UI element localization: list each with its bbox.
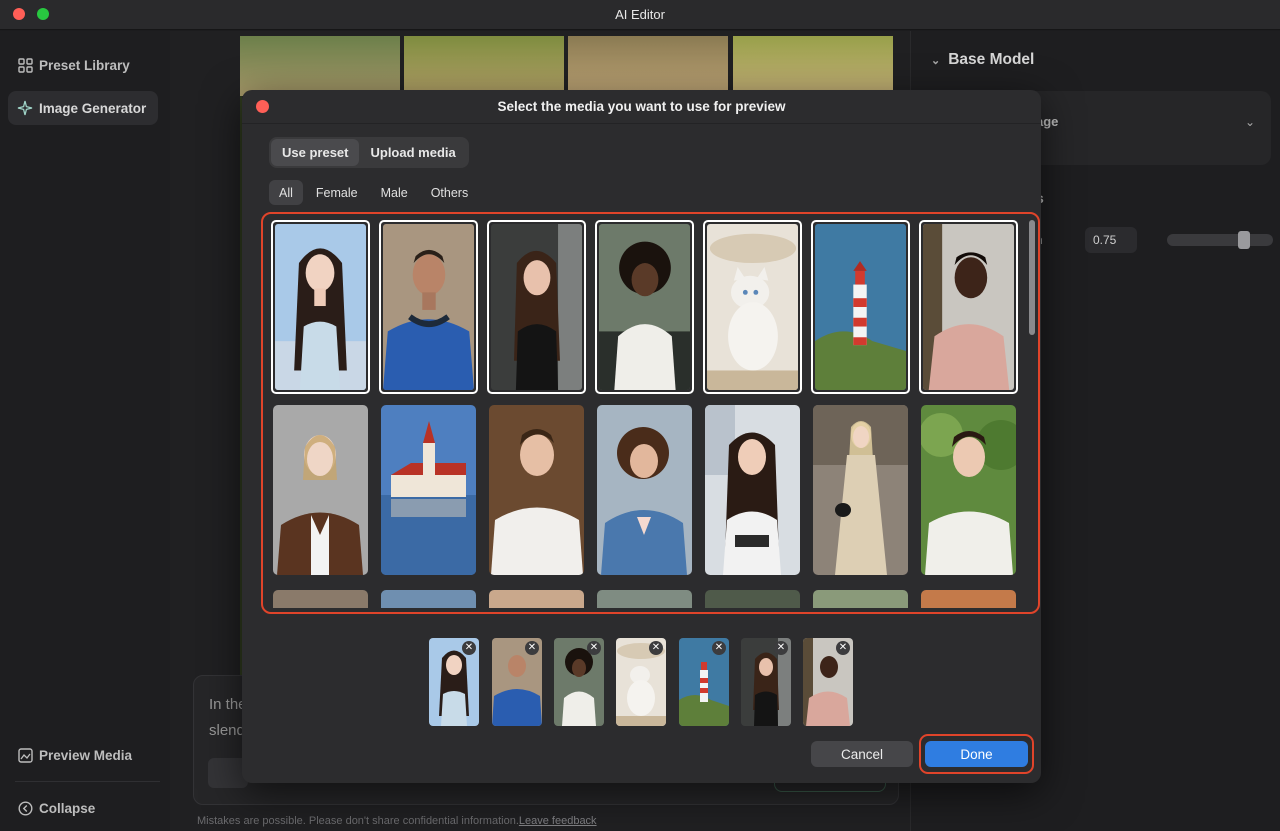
dialog-header-divider bbox=[242, 123, 1041, 124]
media-thumbnail-church[interactable] bbox=[381, 405, 476, 575]
base-model-section-header[interactable]: ⌄ Base Model bbox=[931, 51, 1034, 69]
background-image-tile bbox=[404, 36, 564, 96]
media-thumbnail-woman-denim[interactable] bbox=[597, 405, 692, 575]
selected-media-item: ✕ bbox=[741, 638, 791, 726]
done-button[interactable]: Done bbox=[925, 741, 1028, 767]
selected-media-item: ✕ bbox=[679, 638, 729, 726]
media-thumbnail-man-white-tee[interactable] bbox=[489, 405, 584, 575]
remove-selection-button[interactable]: ✕ bbox=[587, 641, 601, 655]
chat-text-line: In the bbox=[209, 696, 247, 713]
tab-upload-media[interactable]: Upload media bbox=[359, 139, 466, 166]
background-image-tile bbox=[733, 36, 893, 96]
remove-selection-button[interactable]: ✕ bbox=[712, 641, 726, 655]
media-thumbnail[interactable] bbox=[273, 590, 368, 608]
sidebar-item-image-generator[interactable]: Image Generator bbox=[8, 91, 158, 125]
media-thumbnail[interactable] bbox=[597, 590, 692, 608]
section-title: Base Model bbox=[948, 51, 1035, 68]
media-thumbnail-man-garden[interactable] bbox=[921, 405, 1016, 575]
remove-selection-button[interactable]: ✕ bbox=[774, 641, 788, 655]
sidebar-item-label: Image Generator bbox=[39, 100, 147, 116]
filter-all[interactable]: All bbox=[269, 180, 303, 205]
background-image-tile bbox=[568, 36, 728, 96]
media-grid-scrollbar[interactable] bbox=[1029, 220, 1035, 335]
selected-media-item: ✕ bbox=[492, 638, 542, 726]
sidebar-item-preset-library[interactable]: Preset Library bbox=[8, 48, 158, 82]
media-thumbnail-woman-curly-hair[interactable] bbox=[595, 220, 694, 394]
sidebar-item-label: Preset Library bbox=[39, 57, 130, 73]
dialog-title: Select the media you want to use for pre… bbox=[497, 99, 786, 114]
leave-feedback-link[interactable]: Leave feedback bbox=[519, 815, 597, 827]
source-segmented-control: Use preset Upload media bbox=[269, 137, 469, 168]
filter-male[interactable]: Male bbox=[371, 180, 418, 205]
collapse-icon bbox=[17, 800, 33, 816]
parameter-slider[interactable] bbox=[1167, 231, 1273, 249]
sidebar-item-preview-media[interactable]: Preview Media bbox=[8, 738, 158, 772]
media-thumbnail-cat[interactable] bbox=[703, 220, 802, 394]
sidebar-divider bbox=[15, 781, 160, 782]
preview-icon bbox=[17, 747, 33, 763]
media-thumbnail[interactable] bbox=[921, 590, 1016, 608]
title-bar: AI Editor bbox=[0, 0, 1280, 30]
chevron-down-icon: ⌄ bbox=[1244, 115, 1255, 129]
tab-use-preset[interactable]: Use preset bbox=[271, 139, 360, 166]
media-thumbnail-lighthouse[interactable] bbox=[811, 220, 910, 394]
parameter-value-input[interactable]: 0.75 bbox=[1085, 227, 1137, 253]
remove-selection-button[interactable]: ✕ bbox=[525, 641, 539, 655]
media-thumbnail-woman-dress[interactable] bbox=[813, 405, 908, 575]
media-thumbnail-woman-blazer[interactable] bbox=[273, 405, 368, 575]
category-filters: All Female Male Others bbox=[269, 180, 478, 205]
media-thumbnail[interactable] bbox=[813, 590, 908, 608]
background-image-tile bbox=[240, 36, 400, 96]
filter-others[interactable]: Others bbox=[421, 180, 479, 205]
sidebar-item-label: Preview Media bbox=[39, 747, 133, 763]
selected-media-item: ✕ bbox=[554, 638, 604, 726]
grid-icon bbox=[17, 57, 33, 73]
media-grid bbox=[261, 212, 1040, 614]
window-title: AI Editor bbox=[615, 7, 665, 22]
media-thumbnail-woman-sky[interactable] bbox=[271, 220, 370, 394]
sidebar: Preset Library Image Generator Preview M… bbox=[0, 31, 170, 831]
media-thumbnail-woman-graphic-tee[interactable] bbox=[705, 405, 800, 575]
media-thumbnail[interactable] bbox=[381, 590, 476, 608]
media-thumbnail[interactable] bbox=[705, 590, 800, 608]
media-thumbnail[interactable] bbox=[489, 590, 584, 608]
chevron-down-icon: ⌄ bbox=[931, 54, 941, 67]
media-picker-dialog: Select the media you want to use for pre… bbox=[242, 90, 1041, 783]
selected-media-tray: ✕ ✕ ✕ ✕ ✕ ✕ ✕ bbox=[242, 638, 1041, 726]
disclaimer-note: Mistakes are possible. Please don't shar… bbox=[197, 815, 597, 827]
media-thumbnail-man-blue-hoodie[interactable] bbox=[379, 220, 478, 394]
sidebar-item-label: Collapse bbox=[39, 800, 96, 816]
cancel-button[interactable]: Cancel bbox=[811, 741, 913, 767]
remove-selection-button[interactable]: ✕ bbox=[836, 641, 850, 655]
chat-text-line: slend bbox=[209, 722, 245, 739]
filter-female[interactable]: Female bbox=[306, 180, 368, 205]
disclaimer-text: Mistakes are possible. Please don't shar… bbox=[197, 815, 519, 827]
sparkle-icon bbox=[17, 100, 33, 116]
remove-selection-button[interactable]: ✕ bbox=[462, 641, 476, 655]
selected-media-item: ✕ bbox=[616, 638, 666, 726]
slider-handle[interactable] bbox=[1238, 231, 1250, 249]
remove-selection-button[interactable]: ✕ bbox=[649, 641, 663, 655]
selected-media-item: ✕ bbox=[803, 638, 853, 726]
sidebar-item-collapse[interactable]: Collapse bbox=[8, 791, 158, 825]
selected-media-item: ✕ bbox=[429, 638, 479, 726]
media-grid-scroll-area bbox=[271, 220, 1019, 608]
media-thumbnail-woman-black-top[interactable] bbox=[487, 220, 586, 394]
media-thumbnail-man-smiling[interactable] bbox=[919, 220, 1018, 394]
